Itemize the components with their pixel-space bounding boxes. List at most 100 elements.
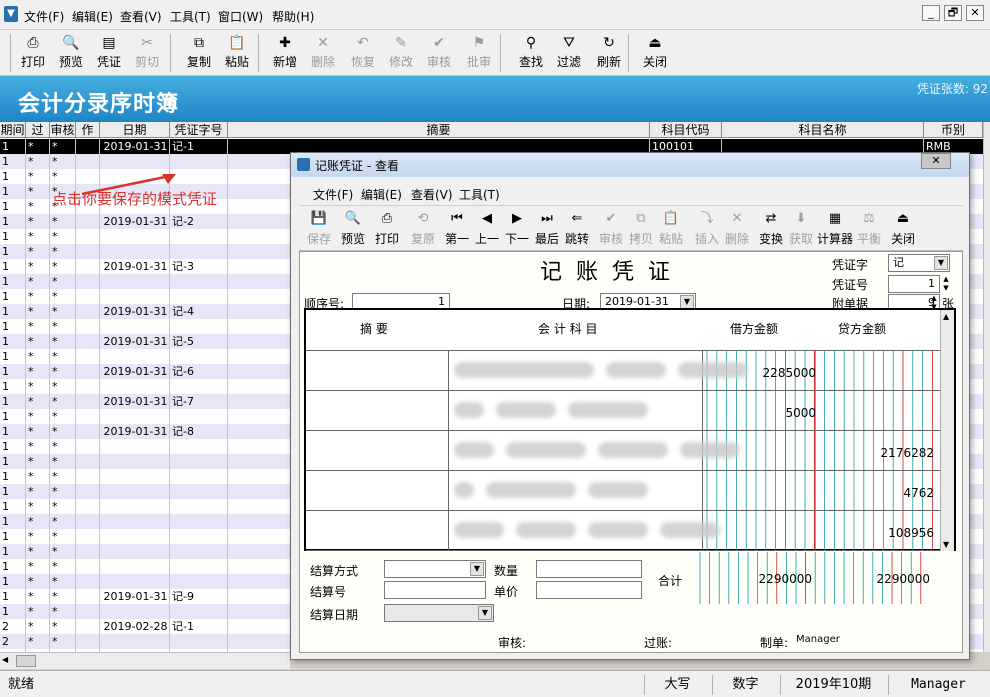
dialog-toolbar-button-13[interactable]: ✕ 删除 — [721, 208, 753, 250]
fetch-icon: ⬇ — [795, 211, 807, 226]
column-header[interactable]: 过账 — [26, 122, 50, 153]
chevron-down-icon[interactable]: ▼ — [680, 295, 694, 309]
toolbar-button-10[interactable]: ✔ 审核 — [420, 32, 458, 74]
cell-audited: * — [52, 530, 58, 543]
menu-bar: ▼ 文件(F) 编辑(E) 查看(V) 工具(T) 窗口(W) 帮助(H) _ … — [0, 0, 990, 30]
toolbar-button-5[interactable]: 📋 粘贴 — [218, 32, 256, 74]
voucher-type-select[interactable]: 记 ▼ — [888, 254, 950, 272]
toolbar-separator — [500, 34, 501, 72]
chevron-down-icon[interactable]: ▼ — [934, 256, 948, 270]
dialog-toolbar-button-17[interactable]: ⚖ 平衡 — [853, 208, 885, 250]
close-button[interactable]: ✕ — [966, 5, 984, 21]
grid-vertical-scrollbar[interactable] — [983, 122, 990, 652]
dialog-toolbar-button-3[interactable]: ⟲ 复原 — [407, 208, 439, 250]
column-header[interactable]: 审核 — [50, 122, 76, 138]
column-header[interactable]: 摘要 — [228, 122, 650, 138]
restore-button[interactable]: 🗗 — [944, 5, 962, 21]
dialog-toolbar-button-16[interactable]: ▦ 计算器 — [815, 208, 855, 250]
toolbar-button-3[interactable]: ✂ 剪切 — [128, 32, 166, 74]
toolbar-button-4[interactable]: ⧉ 复制 — [180, 32, 218, 74]
dialog-toolbar-button-9[interactable]: ✔ 审核 — [595, 208, 627, 250]
dialog-toolbar-button-2[interactable]: ⎙ 打印 — [371, 208, 403, 250]
dialog-menu-view[interactable]: 查看(V) — [411, 186, 453, 203]
menu-window[interactable]: 窗口(W) — [218, 8, 263, 25]
cell-audited: * — [52, 260, 58, 273]
transform-icon: ⇄ — [765, 211, 777, 226]
dialog-toolbar-button-0[interactable]: 💾 保存 — [303, 208, 335, 250]
toolbar-button-1[interactable]: 🔍 预览 — [52, 32, 90, 74]
copy-icon: ⧉ — [636, 211, 646, 226]
dialog-toolbar-button-14[interactable]: ⇄ 变换 — [755, 208, 787, 250]
dialog-toolbar-button-5[interactable]: ◀ 上一 — [471, 208, 503, 250]
menu-view[interactable]: 查看(V) — [120, 8, 162, 25]
toolbar-button-2[interactable]: ▤ 凭证 — [90, 32, 128, 74]
minimize-button[interactable]: _ — [922, 5, 940, 21]
toolbar-button-7[interactable]: ✕ 删除 — [304, 32, 342, 74]
dialog-toolbar-button-12[interactable]: ⤵ 插入 — [691, 208, 723, 250]
cell-period: 1 — [2, 410, 9, 423]
column-header[interactable]: 期间 — [0, 122, 26, 138]
chevron-down-icon[interactable]: ▼ — [470, 562, 484, 576]
toolbar-button-13[interactable]: ⛛ 过滤 — [550, 32, 588, 74]
cell-audited: * — [52, 275, 58, 288]
dialog-toolbar-button-18[interactable]: ⏏ 关闭 — [887, 208, 919, 250]
scroll-up-icon[interactable]: ▲ — [943, 312, 949, 321]
menu-file[interactable]: 文件(F) — [24, 8, 64, 25]
cell-audited: * — [52, 605, 58, 618]
column-header[interactable]: 凭证字号 — [170, 122, 228, 138]
column-header[interactable]: 作废 — [76, 122, 100, 153]
caps-indicator: 大写 — [644, 675, 710, 695]
chevron-down-icon[interactable]: ▼ — [478, 606, 492, 620]
column-header[interactable]: 科目名称 — [722, 122, 924, 138]
cell-audited: * — [52, 320, 58, 333]
voucher-table-scrollbar[interactable]: ▲ ▼ — [940, 310, 954, 551]
toolbar-button-0[interactable]: ⎙ 打印 — [14, 32, 52, 74]
column-header[interactable]: 日期 — [100, 122, 170, 138]
cell-posted: * — [28, 485, 34, 498]
dialog-toolbar-button-11[interactable]: 📋 粘贴 — [655, 208, 687, 250]
toolbar-button-8[interactable]: ↶ 恢复 — [344, 32, 382, 74]
scroll-down-icon[interactable]: ▼ — [943, 540, 949, 549]
dialog-toolbar-button-7[interactable]: ⏭ 最后 — [531, 208, 563, 250]
toolbar-button-6[interactable]: ✚ 新增 — [266, 32, 304, 74]
voucher-no-spinner-icon[interactable]: ▲ ▼ — [941, 275, 951, 293]
qty-field[interactable] — [536, 560, 642, 578]
scroll-thumb[interactable] — [16, 655, 36, 667]
column-header[interactable]: 币别 — [924, 122, 983, 138]
toolbar-button-15[interactable]: ⏏ 关闭 — [636, 32, 674, 74]
dialog-menu-file[interactable]: 文件(F) — [313, 186, 353, 203]
dialog-menu-tools[interactable]: 工具(T) — [459, 186, 500, 203]
dialog-close-button[interactable]: ✕ — [921, 153, 951, 169]
settle-date-picker[interactable]: ▼ — [384, 604, 494, 622]
dialog-toolbar-button-6[interactable]: ▶ 下一 — [501, 208, 533, 250]
scroll-left-icon[interactable]: ◀ — [2, 655, 8, 664]
menu-edit[interactable]: 编辑(E) — [72, 8, 113, 25]
menu-help[interactable]: 帮助(H) — [272, 8, 314, 25]
toolbar-button-9[interactable]: ✎ 修改 — [382, 32, 420, 74]
settle-no-field[interactable] — [384, 581, 486, 599]
cell-period: 1 — [2, 305, 9, 318]
dialog-menu-edit[interactable]: 编辑(E) — [361, 186, 402, 203]
cell-voucher: 记-4 — [172, 305, 194, 318]
column-header[interactable]: 科目代码 — [650, 122, 722, 138]
cell-posted: * — [28, 500, 34, 513]
dialog-toolbar-button-8[interactable]: ⇐ 跳转 — [561, 208, 593, 250]
cell-voucher: 记-5 — [172, 335, 194, 348]
grid-horizontal-scrollbar[interactable]: ◀ — [0, 652, 290, 669]
toolbar-button-12[interactable]: ⚲ 查找 — [512, 32, 550, 74]
toolbar-button-14[interactable]: ↻ 刷新 — [590, 32, 628, 74]
cell-period: 1 — [2, 530, 9, 543]
settle-method-select[interactable]: ▼ — [384, 560, 486, 578]
dialog-toolbar-button-15[interactable]: ⬇ 获取 — [785, 208, 817, 250]
voucher-no-field[interactable]: 1 — [888, 275, 940, 293]
toolbar-button-11[interactable]: ⚑ 批审 — [460, 32, 498, 74]
dialog-toolbar-button-4[interactable]: ⏮ 第一 — [441, 208, 473, 250]
redacted-account — [454, 402, 484, 418]
cell-audited: * — [52, 170, 58, 183]
title-banner: 会计分录序时簿 凭证张数: 92 — [0, 76, 990, 122]
dialog-toolbar-button-1[interactable]: 🔍 预览 — [337, 208, 369, 250]
dialog-title-bar[interactable]: 记账凭证 - 查看 ✕ — [291, 153, 969, 177]
menu-tools[interactable]: 工具(T) — [170, 8, 211, 25]
dialog-toolbar-button-10[interactable]: ⧉ 拷贝 — [625, 208, 657, 250]
price-field[interactable] — [536, 581, 642, 599]
